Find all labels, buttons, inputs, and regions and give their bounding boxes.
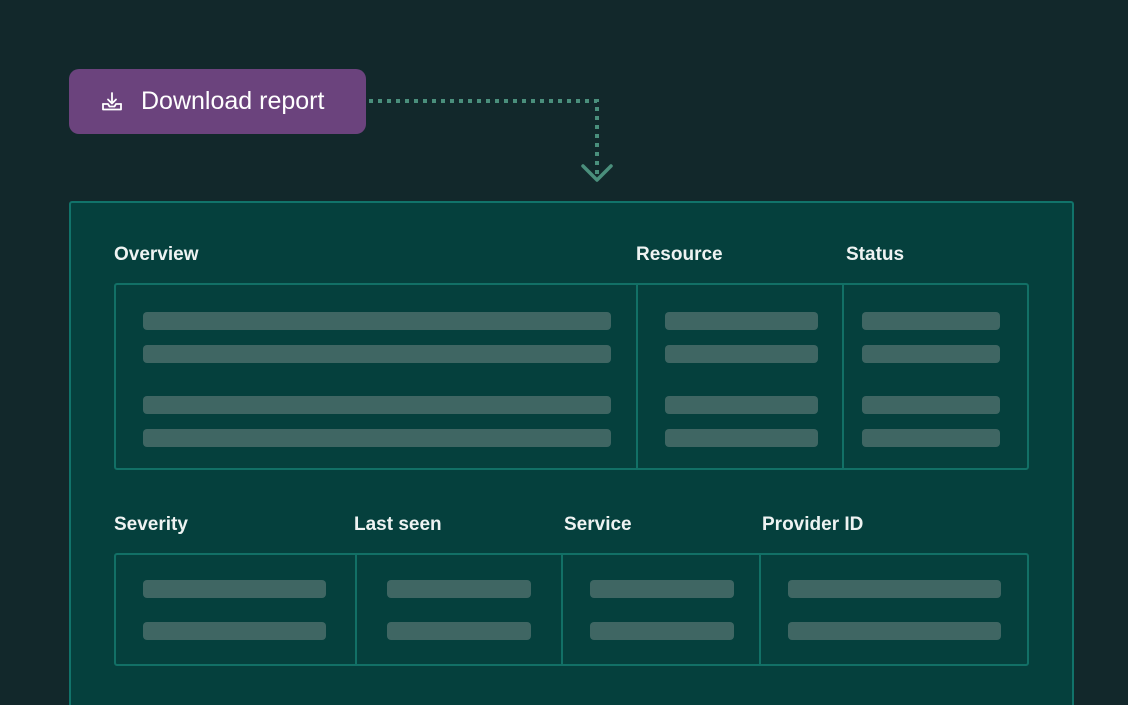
placeholder-bar: [665, 345, 818, 363]
placeholder-bar: [665, 429, 818, 447]
placeholder-bar: [788, 622, 1001, 640]
table-cell-service: [561, 555, 761, 664]
column-header-resource: Resource: [636, 244, 723, 265]
column-header-overview: Overview: [114, 244, 199, 265]
download-report-label: Download report: [141, 87, 325, 115]
placeholder-bar: [143, 312, 611, 330]
placeholder-bar: [387, 580, 531, 598]
placeholder-bar: [788, 580, 1001, 598]
placeholder-bar: [590, 580, 734, 598]
placeholder-bar: [862, 345, 1000, 363]
report-panel: Overview Resource Status Severity Last s…: [69, 201, 1074, 705]
placeholder-bar: [143, 429, 611, 447]
placeholder-bar: [590, 622, 734, 640]
placeholder-bar: [143, 345, 611, 363]
placeholder-bar: [143, 580, 326, 598]
column-header-service: Service: [564, 514, 632, 535]
column-header-status: Status: [846, 244, 905, 265]
canvas: Download report Overview Resource Status: [0, 0, 1128, 705]
placeholder-bar: [143, 622, 326, 640]
table-cell-status: [842, 285, 1027, 468]
bottom-table: [114, 553, 1029, 666]
column-header-severity: Severity: [114, 514, 188, 535]
download-tray-icon: [100, 90, 124, 114]
table-cell-last-seen: [355, 555, 563, 664]
column-header-last-seen: Last seen: [354, 514, 442, 535]
placeholder-bar: [665, 396, 818, 414]
download-report-button[interactable]: Download report: [69, 69, 366, 134]
table-cell-provider-id: [759, 555, 1027, 664]
placeholder-bar: [862, 429, 1000, 447]
table-cell-resource: [636, 285, 844, 468]
placeholder-bar: [665, 312, 818, 330]
placeholder-bar: [862, 396, 1000, 414]
top-table: [114, 283, 1029, 470]
table-cell-severity: [116, 555, 357, 664]
placeholder-bar: [143, 396, 611, 414]
column-header-provider-id: Provider ID: [762, 514, 864, 535]
table-cell-overview: [116, 285, 638, 468]
placeholder-bar: [387, 622, 531, 640]
placeholder-bar: [862, 312, 1000, 330]
